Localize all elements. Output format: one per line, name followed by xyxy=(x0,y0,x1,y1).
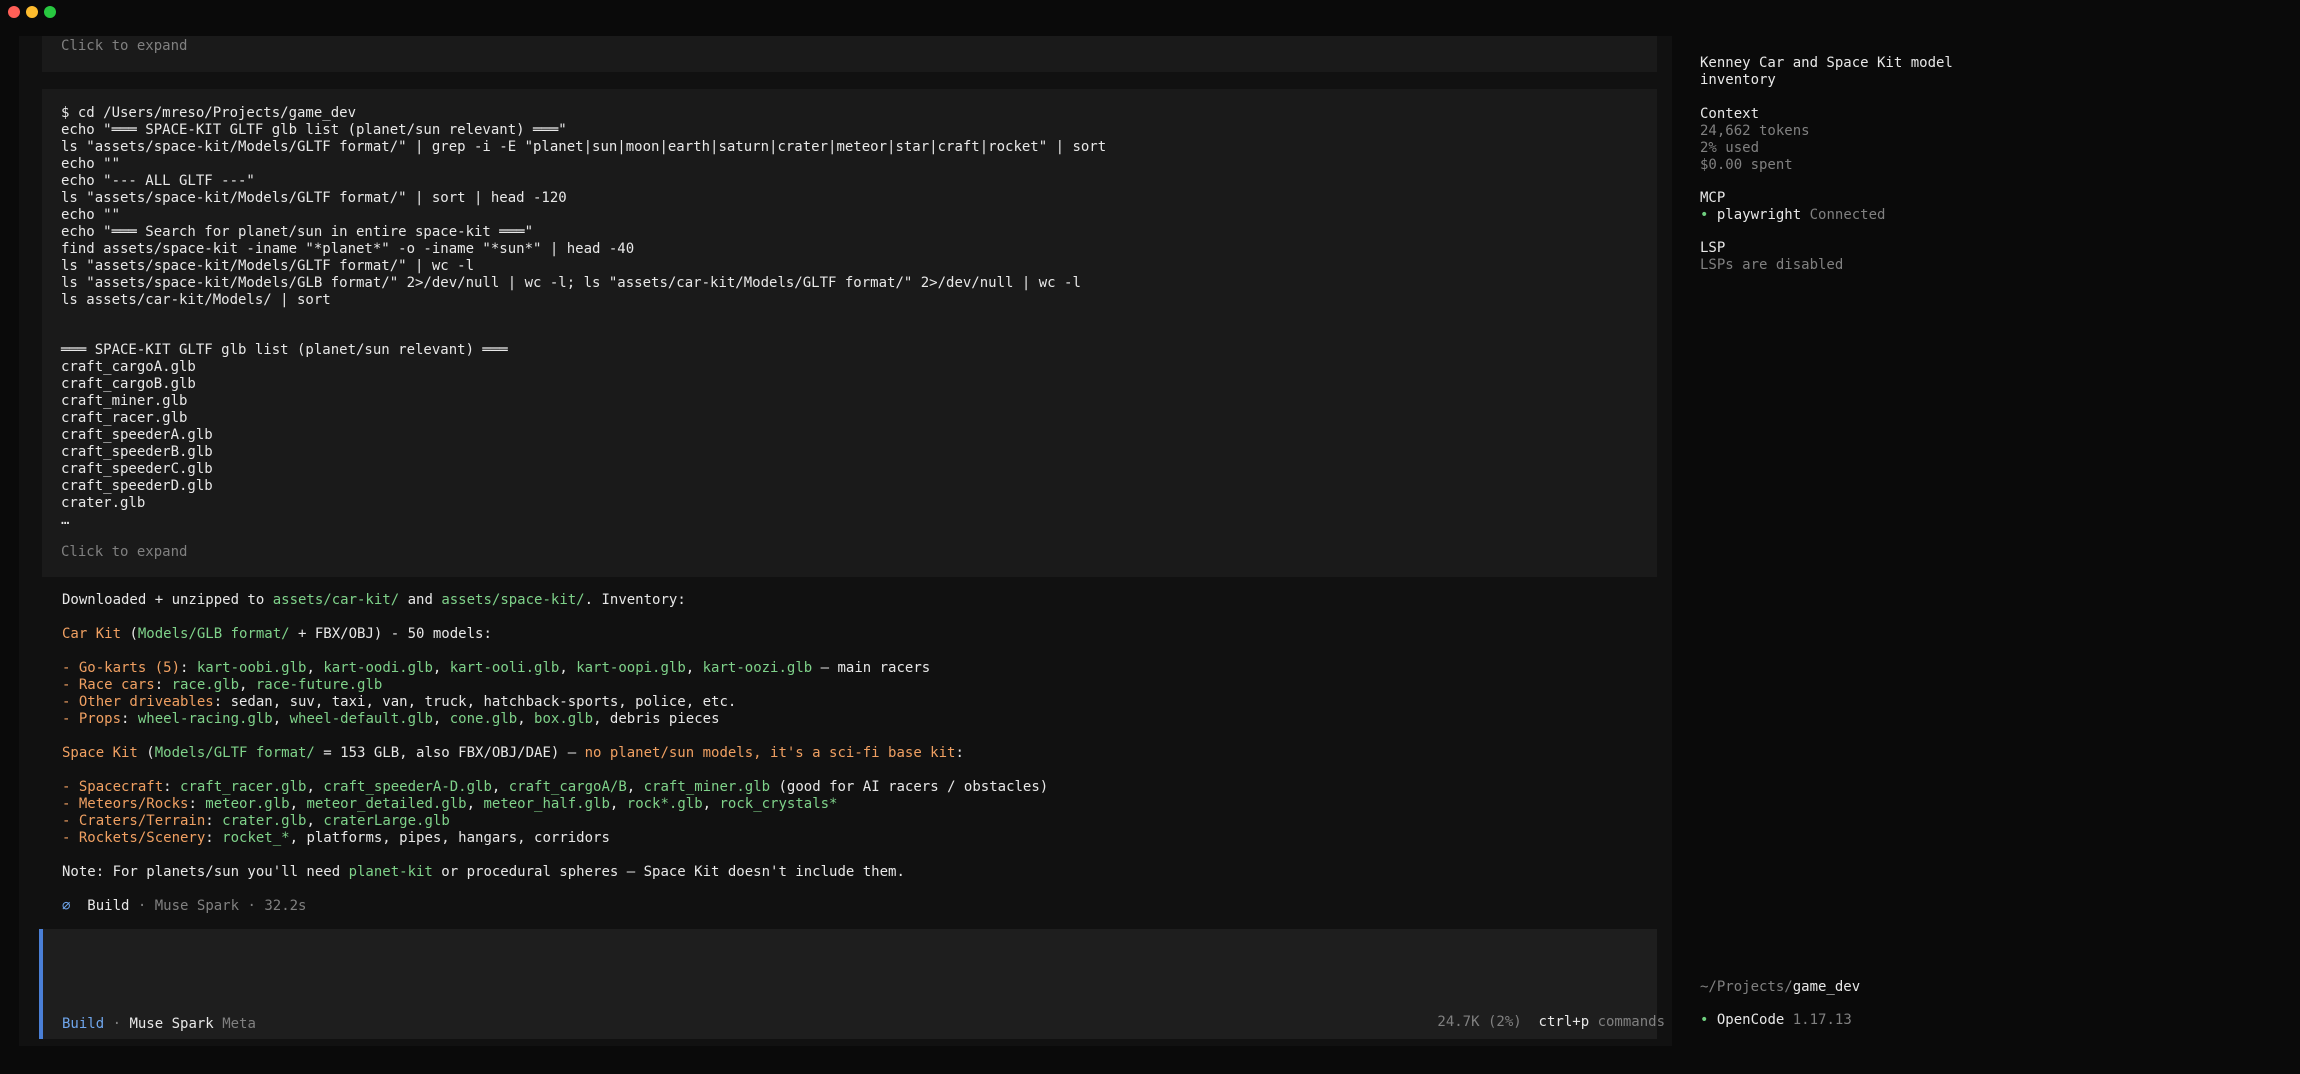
car-kit-list: - Go-karts (5): kart-oobi.glb, kart-oodi… xyxy=(62,660,1652,728)
bash-tool-block[interactable]: $ cd /Users/mreso/Projects/game_dev echo … xyxy=(42,89,1657,577)
list-item: - Other driveables: sedan, suv, taxi, va… xyxy=(62,694,737,710)
output-line: craft_miner.glb xyxy=(61,393,188,409)
app-version: • OpenCode 1.17.13 xyxy=(1700,1012,1852,1028)
command-line: ls "assets/space-kit/Models/GLTF format/… xyxy=(61,190,567,206)
message-footer: ⌀ Build · Muse Spark · 32.2s xyxy=(62,898,307,914)
list-item: - Craters/Terrain: crater.glb, craterLar… xyxy=(62,813,450,829)
status-bar: 24.7K (2%) ctrl+p commands xyxy=(1437,1014,1665,1030)
command-line: $ cd /Users/mreso/Projects/game_dev xyxy=(61,105,357,121)
context-heading: Context xyxy=(1700,106,1760,122)
intro-line: Downloaded + unzipped to assets/car-kit/… xyxy=(62,592,686,608)
list-item: - Props: wheel-racing.glb, wheel-default… xyxy=(62,711,720,727)
output-line: craft_speederA.glb xyxy=(61,427,213,443)
command-lines: $ cd /Users/mreso/Projects/game_dev echo … xyxy=(61,105,1106,309)
output-line: crater.glb xyxy=(61,495,146,511)
lsp-status: LSPs are disabled xyxy=(1700,257,1844,273)
collapsed-output-block[interactable]: Click to expand xyxy=(42,36,1657,72)
context-spent: $0.00 spent xyxy=(1700,157,1793,173)
token-usage: 24.7K (2%) xyxy=(1437,1014,1522,1030)
command-line: find assets/space-kit -iname "*planet*" … xyxy=(61,241,635,257)
lsp-heading: LSP xyxy=(1700,240,1726,256)
assistant-message: Downloaded + unzipped to assets/car-kit/… xyxy=(62,592,1652,915)
expand-toggle[interactable]: Click to expand xyxy=(61,38,187,55)
mcp-server-item: • playwright Connected xyxy=(1700,207,1886,223)
command-output: ═══ SPACE-KIT GLTF glb list (planet/sun … xyxy=(61,342,508,529)
output-line: craft_racer.glb xyxy=(61,410,188,426)
window-titlebar xyxy=(0,0,2300,26)
space-kit-heading: Space Kit (Models/GLTF format/ = 153 GLB… xyxy=(62,745,964,761)
command-line: ls "assets/space-kit/Models/GLTF format/… xyxy=(61,258,475,274)
command-line: ls "assets/space-kit/Models/GLB format/"… xyxy=(61,275,1081,291)
output-line: craft_cargoB.glb xyxy=(61,376,196,392)
output-line: craft_speederB.glb xyxy=(61,444,213,460)
output-line: ═══ SPACE-KIT GLTF glb list (planet/sun … xyxy=(61,342,508,358)
output-line: craft_speederD.glb xyxy=(61,478,213,494)
close-window-button[interactable] xyxy=(8,6,20,18)
command-line: echo "" xyxy=(61,156,121,172)
command-line: echo "--- ALL GLTF ---" xyxy=(61,173,255,189)
context-tokens: 24,662 tokens xyxy=(1700,123,1810,139)
context-used: 2% used xyxy=(1700,140,1760,156)
list-item: - Go-karts (5): kart-oobi.glb, kart-oodi… xyxy=(62,660,931,676)
list-item: - Race cars: race.glb, race-future.glb xyxy=(62,677,383,693)
minimize-window-button[interactable] xyxy=(26,6,38,18)
session-title-cont: inventory xyxy=(1700,72,1776,88)
note-line: Note: For planets/sun you'll need planet… xyxy=(62,864,905,880)
command-line: echo "" xyxy=(61,207,121,223)
conversation-panel[interactable]: Click to expand $ cd /Users/mreso/Projec… xyxy=(19,36,1672,1046)
command-line: echo "═══ Search for planet/sun in entir… xyxy=(61,224,534,240)
list-item: - Rockets/Scenery: rocket_*, platforms, … xyxy=(62,830,610,846)
mcp-heading: MCP xyxy=(1700,190,1726,206)
project-path: ~/Projects/game_dev xyxy=(1700,979,1861,995)
maximize-window-button[interactable] xyxy=(44,6,56,18)
list-item: - Meteors/Rocks: meteor.glb, meteor_deta… xyxy=(62,796,838,812)
session-title: Kenney Car and Space Kit model xyxy=(1700,55,1953,71)
output-line: … xyxy=(61,512,70,528)
list-item: - Spacecraft: craft_racer.glb, craft_spe… xyxy=(62,779,1049,795)
sidebar: Kenney Car and Space Kit model inventory… xyxy=(1674,36,2300,1046)
command-line: ls assets/car-kit/Models/ | sort xyxy=(61,292,331,308)
car-kit-heading: Car Kit (Models/GLB format/ + FBX/OBJ) -… xyxy=(62,626,492,642)
output-line: craft_cargoA.glb xyxy=(61,359,196,375)
command-line: echo "═══ SPACE-KIT GLTF glb list (plane… xyxy=(61,122,567,138)
expand-toggle[interactable]: Click to expand xyxy=(61,544,187,561)
command-line: ls "assets/space-kit/Models/GLTF format/… xyxy=(61,139,1107,155)
space-kit-list: - Spacecraft: craft_racer.glb, craft_spe… xyxy=(62,779,1652,847)
commands-shortcut[interactable]: ctrl+p xyxy=(1539,1014,1590,1030)
output-line: craft_speederC.glb xyxy=(61,461,213,477)
